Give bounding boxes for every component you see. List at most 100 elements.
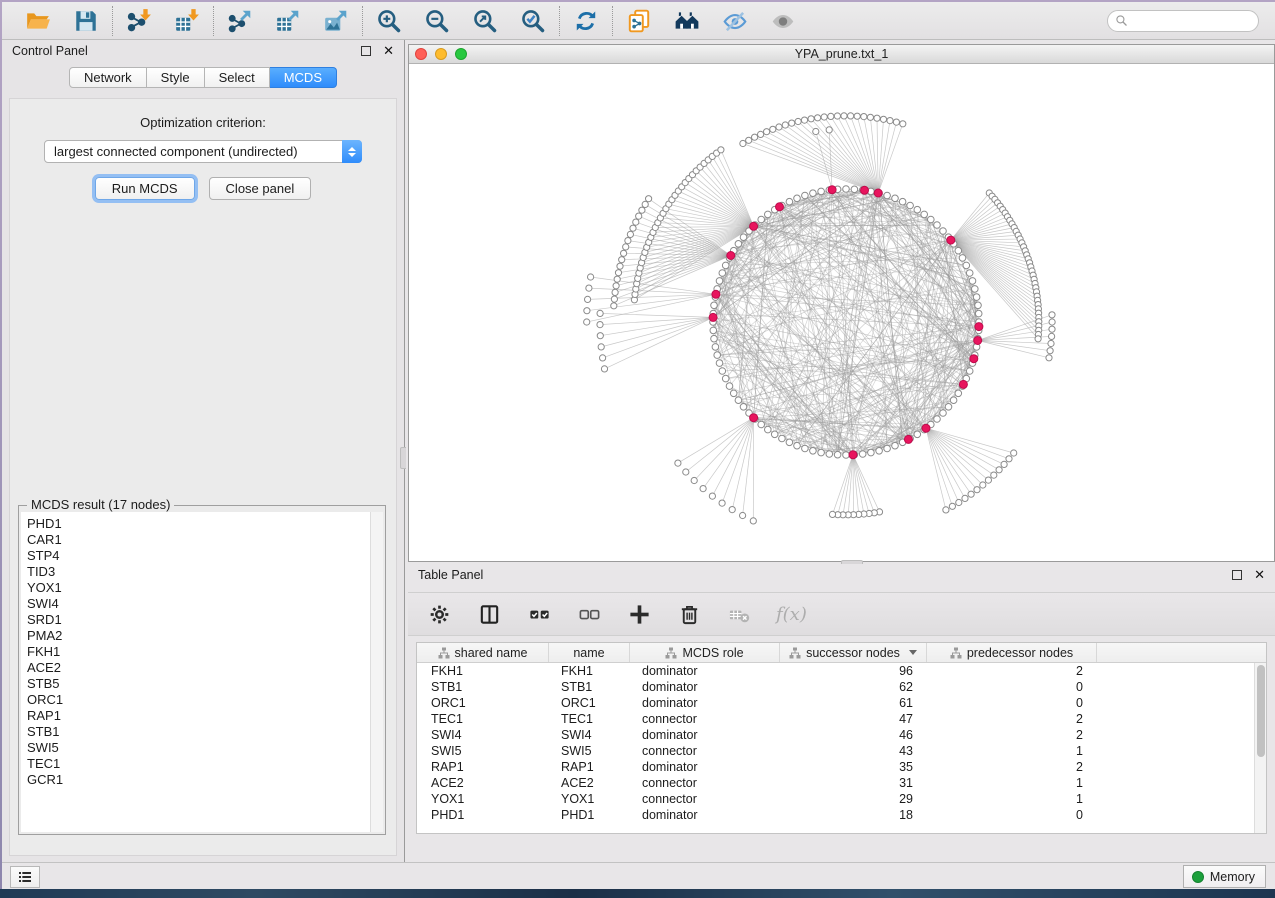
run-mcds-button[interactable]: Run MCDS [95,177,195,200]
table-row[interactable]: ACE2ACE2connector311 [417,775,1254,791]
save-session-button[interactable] [72,7,100,35]
table-scrollbar[interactable] [1254,663,1266,833]
mcds-result-item[interactable]: CAR1 [27,532,383,548]
select-stepper-icon [342,140,362,163]
close-window-icon[interactable] [415,48,427,60]
table-row[interactable]: SWI4SWI4dominator462 [417,727,1254,743]
deselect-all-rows-button[interactable] [576,601,602,627]
cell-name: YOX1 [549,792,630,806]
table-row[interactable]: STB1STB1dominator620 [417,679,1254,695]
criterion-select[interactable]: largest connected component (undirected) [44,140,362,163]
cell-successor-nodes: 96 [780,664,927,678]
node-table: shared namenameMCDS rolesuccessor nodesp… [416,642,1267,834]
network-canvas[interactable] [409,64,1274,561]
close-table-panel-icon[interactable]: ✕ [1254,570,1265,580]
column-header-successor-nodes[interactable]: successor nodes [780,643,927,662]
export-network-button[interactable] [226,7,254,35]
cell-MCDS-role: dominator [630,808,780,822]
open-file-button[interactable] [24,7,52,35]
table-row[interactable]: FKH1FKH1dominator962 [417,663,1254,679]
mcds-result-item[interactable]: GCR1 [27,772,383,788]
mcds-result-item[interactable]: PMA2 [27,628,383,644]
maximize-window-icon[interactable] [455,48,467,60]
first-neighbors-button[interactable] [673,7,701,35]
duplicate-network-button[interactable] [625,7,653,35]
zoom-in-icon [376,8,402,34]
mcds-result-item[interactable]: STP4 [27,548,383,564]
delete-rows-button[interactable] [676,601,702,627]
mcds-result-item[interactable]: SWI5 [27,740,383,756]
tab-select[interactable]: Select [205,67,270,88]
table-row[interactable]: SWI5SWI5connector431 [417,743,1254,759]
table-row[interactable]: ORC1ORC1dominator610 [417,695,1254,711]
table-row[interactable]: RAP1RAP1dominator352 [417,759,1254,775]
table-row[interactable]: PHD1PHD1dominator180 [417,807,1254,823]
mcds-result-item[interactable]: ACE2 [27,660,383,676]
minimize-window-icon[interactable] [435,48,447,60]
column-header-MCDS-role[interactable]: MCDS role [630,643,780,662]
mcds-list-scrollbar[interactable] [370,512,383,832]
mcds-result-item[interactable]: SWI4 [27,596,383,612]
zoom-out-button[interactable] [423,7,451,35]
tab-mcds[interactable]: MCDS [270,67,337,88]
cell-MCDS-role: connector [630,776,780,790]
panel-menu-button[interactable] [10,866,40,888]
deselect-all-rows-icon [578,603,601,626]
mcds-result-item[interactable]: YOX1 [27,580,383,596]
column-header-shared-name[interactable]: shared name [417,643,549,662]
optimization-criterion-label: Optimization criterion: [10,115,396,130]
cell-predecessor-nodes: 2 [927,728,1097,742]
zoom-in-button[interactable] [375,7,403,35]
zoom-selected-button[interactable] [519,7,547,35]
cell-shared-name: PHD1 [417,808,549,822]
close-panel-icon[interactable]: ✕ [383,46,394,56]
tab-style[interactable]: Style [147,67,205,88]
column-header-name[interactable]: name [549,643,630,662]
memory-label: Memory [1210,870,1255,884]
table-row[interactable]: YOX1YOX1connector291 [417,791,1254,807]
select-all-rows-button[interactable] [526,601,552,627]
cell-successor-nodes: 31 [780,776,927,790]
cell-predecessor-nodes: 1 [927,792,1097,806]
table-options-button[interactable] [426,601,452,627]
memory-button[interactable]: Memory [1183,865,1266,888]
column-chooser-button[interactable] [476,601,502,627]
float-table-panel-icon[interactable] [1232,570,1242,580]
table-header: shared namenameMCDS rolesuccessor nodesp… [417,643,1266,663]
mcds-result-item[interactable]: FKH1 [27,644,383,660]
mcds-result-item[interactable]: STB5 [27,676,383,692]
main-toolbar [2,2,1275,40]
refresh-layout-button[interactable] [572,7,600,35]
zoom-fit-button[interactable] [471,7,499,35]
network-window-titlebar[interactable]: YPA_prune.txt_1 [409,45,1274,64]
import-network-button[interactable] [125,7,153,35]
search-box[interactable] [1107,10,1259,32]
function-builder-button[interactable]: f(x) [776,601,807,627]
show-all-button[interactable] [769,7,797,35]
mcds-result-item[interactable]: PHD1 [27,516,383,532]
import-table-button[interactable] [173,7,201,35]
float-panel-icon[interactable] [361,46,371,56]
cell-name: RAP1 [549,760,630,774]
mcds-result-item[interactable]: TEC1 [27,756,383,772]
tab-network[interactable]: Network [69,67,147,88]
add-row-button[interactable] [626,601,652,627]
mcds-result-item[interactable]: ORC1 [27,692,383,708]
table-row[interactable]: TEC1TEC1connector472 [417,711,1254,727]
criterion-value: largest connected component (undirected) [45,144,342,159]
export-image-button[interactable] [322,7,350,35]
search-input[interactable] [1132,14,1251,28]
cell-shared-name: ACE2 [417,776,549,790]
export-table-button[interactable] [274,7,302,35]
open-file-icon [25,8,51,34]
mcds-result-item[interactable]: SRD1 [27,612,383,628]
mcds-result-item[interactable]: STB1 [27,724,383,740]
list-icon [17,869,33,885]
mcds-result-item[interactable]: TID3 [27,564,383,580]
close-panel-button[interactable]: Close panel [209,177,312,200]
mcds-result-item[interactable]: RAP1 [27,708,383,724]
hide-selected-button[interactable] [721,7,749,35]
scrollbar-thumb[interactable] [1257,665,1265,757]
column-header-predecessor-nodes[interactable]: predecessor nodes [927,643,1097,662]
delete-table-button[interactable] [726,601,752,627]
